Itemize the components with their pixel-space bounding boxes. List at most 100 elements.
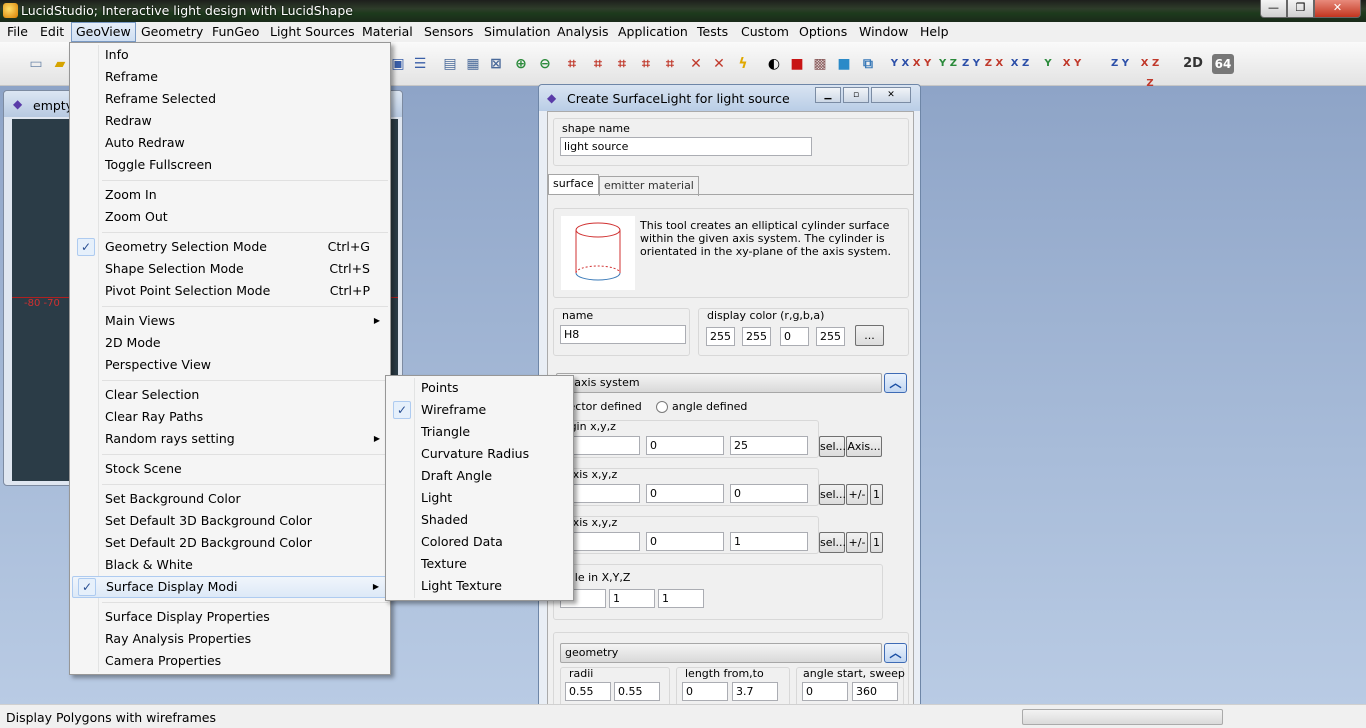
dialog-close-button[interactable]: ✕ <box>871 87 911 103</box>
menu-item-camera-properties[interactable]: Camera Properties <box>72 650 388 672</box>
radio-angle-defined[interactable] <box>656 401 668 413</box>
menu-edit[interactable]: Edit <box>36 22 68 42</box>
tab-surface[interactable]: surface <box>548 174 599 194</box>
menu-analysis[interactable]: Analysis <box>553 22 613 42</box>
submenu-item-curvature-radius[interactable]: Curvature Radius <box>388 443 571 465</box>
color-picker-button[interactable]: ... <box>855 325 884 346</box>
radius-1-input[interactable]: 0.55 <box>565 682 611 701</box>
menu-item-surface-display-modi[interactable]: ✓ Surface Display Modi ▶ <box>72 576 388 598</box>
menu-file[interactable]: File <box>3 22 32 42</box>
color-g-input[interactable]: 255 <box>742 327 771 346</box>
menu-geoview[interactable]: GeoView <box>71 22 136 42</box>
create-surfacelight-dialog[interactable]: ◆ Create SurfaceLight for light source ▁… <box>538 84 921 728</box>
origin-z-input[interactable]: 25 <box>730 436 808 455</box>
length-from-input[interactable]: 0 <box>682 682 728 701</box>
submenu-item-wireframe[interactable]: ✓ Wireframe <box>388 399 571 421</box>
submenu-item-shaded[interactable]: Shaded <box>388 509 571 531</box>
geometry-section-bar[interactable]: geometry <box>560 643 882 663</box>
zoom-in-icon[interactable]: ⊕ <box>511 54 531 74</box>
maximize-button[interactable]: ❐ <box>1287 0 1314 18</box>
submenu-item-colored-data[interactable]: Colored Data <box>388 531 571 553</box>
tab-emitter-material[interactable]: emitter material <box>599 176 699 196</box>
name-input[interactable]: H8 <box>560 325 686 344</box>
menu-item-set-default-2d-background[interactable]: Set Default 2D Background Color <box>72 532 388 554</box>
menu-item-geometry-selection-mode[interactable]: ✓ Geometry Selection Mode Ctrl+G <box>72 236 388 258</box>
scale-y-input[interactable]: 1 <box>609 589 655 608</box>
dialog-minimize-button[interactable]: ▁ <box>815 87 841 103</box>
colored-cube-icon[interactable]: ■ <box>834 54 854 74</box>
menu-item-clear-ray-paths[interactable]: Clear Ray Paths <box>72 406 388 428</box>
menu-item-stock-scene[interactable]: Stock Scene <box>72 458 388 480</box>
view-zy2-icon[interactable]: Z Y <box>1110 54 1130 74</box>
menu-material[interactable]: Material <box>358 22 417 42</box>
menu-item-redraw[interactable]: Redraw <box>72 110 388 132</box>
menu-item-zoom-out[interactable]: Zoom Out <box>72 206 388 228</box>
color-a-input[interactable]: 255 <box>816 327 845 346</box>
menu-options[interactable]: Options <box>795 22 851 42</box>
lightning-icon[interactable]: ϟ <box>733 54 753 74</box>
menu-item-set-background-color[interactable]: Set Background Color <box>72 488 388 510</box>
yaxis-z-input[interactable]: 1 <box>730 532 808 551</box>
menu-tests[interactable]: Tests <box>693 22 732 42</box>
view-zx-icon[interactable]: Z X <box>984 54 1004 74</box>
menu-item-black-white[interactable]: Black & White <box>72 554 388 576</box>
origin-y-input[interactable]: 0 <box>646 436 724 455</box>
yaxis-select-button[interactable]: sel... <box>819 532 846 553</box>
yaxis-flip-button[interactable]: +/- <box>846 532 868 553</box>
select-geometry-icon[interactable]: ⌗ <box>562 54 582 74</box>
xaxis-select-button[interactable]: sel... <box>819 484 846 505</box>
scale-z-input[interactable]: 1 <box>658 589 704 608</box>
clear-icon[interactable]: ✕ <box>709 54 729 74</box>
menu-custom[interactable]: Custom <box>737 22 793 42</box>
close-button[interactable]: ✕ <box>1314 0 1361 18</box>
axis-view-icon[interactable]: ⧉ <box>858 54 878 74</box>
mode-64-button[interactable]: 64 <box>1212 54 1234 74</box>
menu-item-perspective-view[interactable]: Perspective View <box>72 354 388 376</box>
menu-geometry[interactable]: Geometry <box>137 22 207 42</box>
shade-toggle-icon[interactable]: ◐ <box>764 54 784 74</box>
radio-angle-label[interactable]: angle defined <box>672 400 747 413</box>
shape-name-input[interactable]: light source <box>560 137 812 156</box>
mode-2d-button[interactable]: 2D <box>1181 54 1205 74</box>
view-xy-icon[interactable]: X Y <box>912 54 932 74</box>
view-yz-icon[interactable]: Y Z <box>938 54 958 74</box>
menu-help[interactable]: Help <box>916 22 953 42</box>
menu-light-sources[interactable]: Light Sources <box>266 22 359 42</box>
collapse-axis-section-icon[interactable]: ︿ <box>884 373 907 393</box>
xaxis-z-input[interactable]: 0 <box>730 484 808 503</box>
view-xz-icon[interactable]: X Z <box>1010 54 1030 74</box>
radius-2-input[interactable]: 0.55 <box>614 682 660 701</box>
yaxis-y-input[interactable]: 0 <box>646 532 724 551</box>
submenu-item-points[interactable]: Points <box>388 377 571 399</box>
menu-simulation[interactable]: Simulation <box>480 22 555 42</box>
open-folder-icon[interactable]: ▰ <box>50 54 70 74</box>
view-grid-icon[interactable]: ▦ <box>463 54 483 74</box>
xaxis-y-input[interactable]: 0 <box>646 484 724 503</box>
menu-item-info[interactable]: Info <box>72 44 388 66</box>
menu-item-shape-selection-mode[interactable]: Shape Selection Mode Ctrl+S <box>72 258 388 280</box>
menu-window[interactable]: Window <box>855 22 912 42</box>
axis-system-section-bar[interactable]: al axis system <box>556 373 882 393</box>
select-material-icon[interactable]: ⌗ <box>612 54 632 74</box>
delete-icon[interactable]: ✕ <box>686 54 706 74</box>
menu-item-random-rays-setting[interactable]: Random rays setting ▶ <box>72 428 388 450</box>
view-xy2-icon[interactable]: X Y <box>1062 54 1082 74</box>
menu-item-surface-display-properties[interactable]: Surface Display Properties <box>72 606 388 628</box>
yaxis-one-button[interactable]: 1 <box>870 532 883 553</box>
new-file-icon[interactable]: ▭ <box>26 54 46 74</box>
view-yx-icon[interactable]: Y X <box>890 54 910 74</box>
submenu-item-light-texture[interactable]: Light Texture <box>388 575 571 597</box>
menu-item-ray-analysis-properties[interactable]: Ray Analysis Properties <box>72 628 388 650</box>
menu-item-toggle-fullscreen[interactable]: Toggle Fullscreen <box>72 154 388 176</box>
menu-item-reframe-selected[interactable]: Reframe Selected <box>72 88 388 110</box>
dialog-caption[interactable]: ◆ Create SurfaceLight for light source ▁… <box>539 85 920 111</box>
dialog-maximize-button[interactable]: ▫ <box>843 87 869 103</box>
xaxis-one-button[interactable]: 1 <box>870 484 883 505</box>
zoom-out-icon[interactable]: ⊖ <box>535 54 555 74</box>
angle-sweep-input[interactable]: 360 <box>852 682 898 701</box>
texture-cube-icon[interactable]: ▩ <box>810 54 830 74</box>
collapse-geometry-section-icon[interactable]: ︿ <box>884 643 907 663</box>
menu-item-zoom-in[interactable]: Zoom In <box>72 184 388 206</box>
view-xzz-icon[interactable]: X Z Z <box>1140 54 1160 89</box>
view-zy-icon[interactable]: Z Y <box>961 54 981 74</box>
